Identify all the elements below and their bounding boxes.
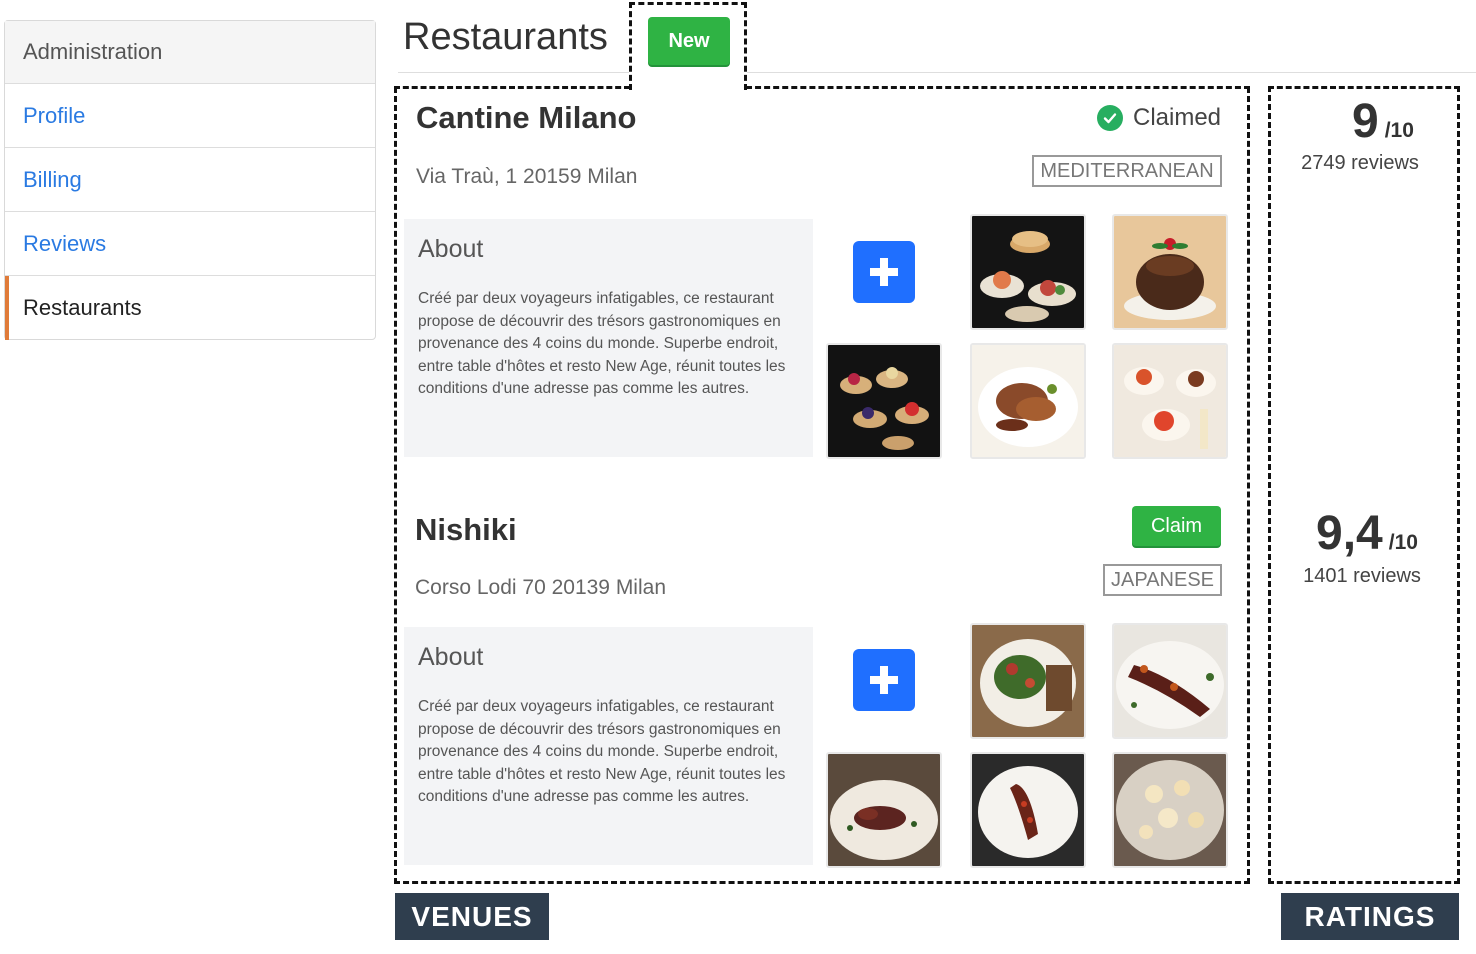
ratings-region [1268,86,1460,884]
claim-button[interactable]: Claim [1132,506,1221,546]
venues-region-top-left [394,86,630,89]
venue-name[interactable]: Cantine Milano [416,100,636,136]
photo-thumbnail[interactable] [1112,343,1228,459]
photo-thumbnail[interactable] [1112,214,1228,330]
venue-address: Corso Lodi 70 20139 Milan [415,576,666,599]
rating-scale: /10 [1388,531,1418,554]
check-badge-icon [1097,105,1123,131]
photo-thumbnail[interactable] [970,752,1086,868]
plus-icon [870,666,898,694]
venue-name[interactable]: Nishiki [415,512,517,548]
photo-thumbnail[interactable] [1112,752,1228,868]
photo-thumbnail[interactable] [970,623,1086,739]
rating-score: 9 /10 [1352,94,1414,149]
review-count: 2749 reviews [1301,152,1419,174]
ratings-label: RATINGS [1281,893,1459,940]
claimed-status: Claimed [1097,104,1221,132]
page-title: Restaurants [403,16,608,58]
photo-thumbnail[interactable] [970,214,1086,330]
new-restaurant-button[interactable]: New [648,17,730,65]
about-panel: About Créé par deux voyageurs infatigabl… [404,219,813,457]
photo-thumbnail[interactable] [826,343,942,459]
claimed-label: Claimed [1133,104,1222,131]
rating-score: 9,4 /10 [1316,506,1418,561]
venue-address: Via Traù, 1 20159 Milan [416,165,638,188]
rating-value: 9,4 [1316,507,1383,560]
add-photo-button[interactable] [853,649,915,711]
sidebar-item-reviews[interactable]: Reviews [5,212,375,276]
about-text: Créé par deux voyageurs infatigables, ce… [418,290,786,397]
rating-value: 9 [1352,95,1379,148]
about-text: Créé par deux voyageurs infatigables, ce… [418,698,786,805]
photo-thumbnail[interactable] [826,752,942,868]
venues-label: VENUES [395,893,549,940]
review-count: 1401 reviews [1303,565,1421,587]
sidebar-item-restaurants[interactable]: Restaurants [5,276,375,340]
sidebar-item-billing[interactable]: Billing [5,148,375,212]
about-title: About [418,235,484,263]
plus-icon [870,258,898,286]
sidebar-item-profile[interactable]: Profile [5,84,375,148]
photo-thumbnail[interactable] [970,343,1086,459]
add-photo-button[interactable] [853,241,915,303]
venues-region-top-right [746,86,1250,89]
photo-thumbnail[interactable] [1112,623,1228,739]
cuisine-tag: MEDITERRANEAN [1032,155,1222,187]
about-panel: About Créé par deux voyageurs infatigabl… [404,627,813,865]
rating-scale: /10 [1384,119,1414,142]
about-title: About [418,643,484,671]
sidebar-header: Administration [5,21,375,84]
cuisine-tag: JAPANESE [1103,564,1222,596]
title-divider [398,72,1476,73]
admin-sidebar: Administration Profile Billing Reviews R… [4,20,376,340]
